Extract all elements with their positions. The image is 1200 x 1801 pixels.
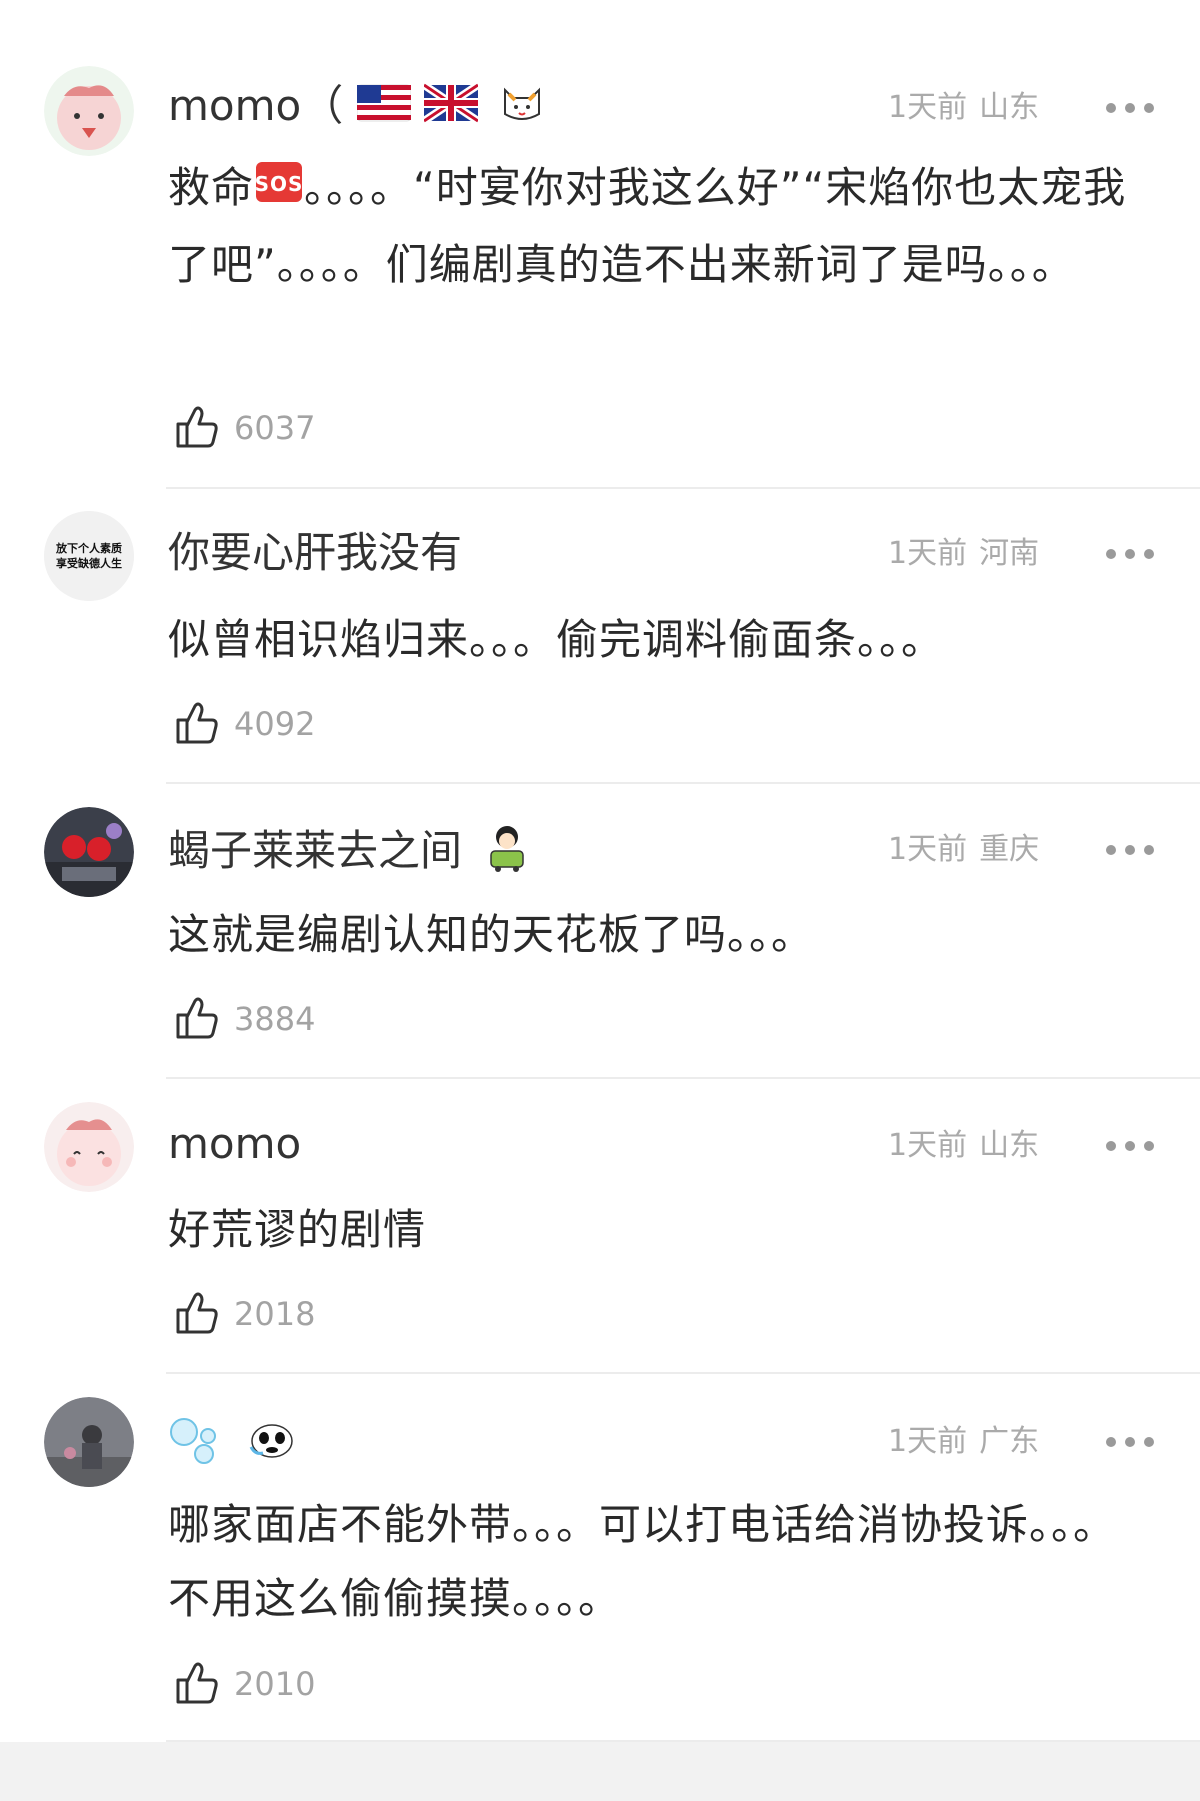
username[interactable] [168,1414,295,1477]
avatar[interactable]: 放下个人素质 享受缺德人生 [44,511,134,601]
comment-location: 山东 [979,1128,1040,1163]
username[interactable]: 蝎子莱莱去之间 [168,823,529,884]
like-count: 2018 [234,1295,316,1333]
username-text: 你要心肝我没有 [168,528,463,577]
thumbs-up-icon [176,1662,218,1704]
bottom-bar [0,1742,1200,1801]
like-count: 2010 [234,1665,316,1703]
cat-face-icon [499,80,545,137]
comment-time: 1天前 [888,536,968,571]
thumbs-up-icon [176,1292,218,1334]
comment-content: 似曾相识焰归来。。。偷完调料偷面条。。。 [168,603,1148,677]
divider [166,1372,1200,1374]
comment-time: 1天前 [888,832,968,867]
bubbles-icon [168,1414,222,1477]
sos-icon: SOS [254,154,304,228]
svg-text:SOS: SOS [255,172,304,196]
avatar[interactable] [44,1102,134,1192]
comment-meta: 1天前 广东 [888,1422,1039,1462]
comment-meta: 1天前 山东 [888,1126,1039,1166]
avatar[interactable] [44,807,134,897]
more-options-icon[interactable] [1106,843,1154,855]
comment-content: 好荒谬的剧情 [168,1193,1148,1267]
avatar[interactable] [44,1397,134,1487]
comment-location: 广东 [979,1424,1040,1459]
divider [166,782,1200,784]
thumbs-up-icon [176,406,218,448]
comment-meta: 1天前 河南 [888,534,1039,574]
username-text: 蝎子莱莱去之间 [168,826,463,875]
like-count: 3884 [234,1000,316,1038]
more-options-icon[interactable] [1106,101,1154,113]
username[interactable]: 你要心肝我没有 [168,528,462,578]
comment-meta: 1天前 重庆 [888,830,1039,870]
comment-location: 山东 [979,90,1040,125]
comment-text: 这就是编剧认知的天花板了吗。。。 [168,910,815,959]
username[interactable]: momo（ [168,80,545,137]
comment-text: 哪家面店不能外带。。。可以打电话给消协投诉。。。不用这么偷偷摸摸。。。。 [168,1500,1117,1623]
divider [166,1077,1200,1079]
avatar-text-line1: 放下个人素质 [55,541,122,555]
comment-meta: 1天前 山东 [888,88,1039,128]
comment-text-prefix: 救命 [168,163,255,212]
comment-text: 。。。。“时宴你对我这么好”“宋焰你也太宠我了吧”。。。。们编剧真的造不出来新词… [168,163,1127,289]
avatar-text-line2: 享受缺德人生 [56,556,122,570]
like-count: 6037 [234,409,316,447]
comment-time: 1天前 [888,90,968,125]
us-flag-icon [356,83,412,134]
username[interactable]: momo [168,1119,301,1169]
more-options-icon[interactable] [1106,547,1154,559]
comment-time: 1天前 [888,1424,968,1459]
comment-content: 救命 SOS 。。。。“时宴你对我这么好”“宋焰你也太宠我了吧”。。。。们编剧真的造… [168,151,1148,302]
divider [166,487,1200,489]
comment-location: 重庆 [979,832,1040,867]
avatar[interactable] [44,66,134,156]
username-text: momo（ [168,81,344,130]
comment-content: 哪家面店不能外带。。。可以打电话给消协投诉。。。不用这么偷偷摸摸。。。。 [168,1488,1148,1636]
more-options-icon[interactable] [1106,1435,1154,1447]
comment-content: 这就是编剧认知的天花板了吗。。。 [168,898,1148,972]
uk-flag-icon [421,81,481,134]
panda-icon [249,1419,295,1472]
cartoon-girl-sticker-icon [485,823,529,884]
like-count: 4092 [234,705,316,743]
comment-time: 1天前 [888,1128,968,1163]
comment-location: 河南 [979,536,1040,571]
comment-text: 好荒谬的剧情 [168,1205,427,1254]
thumbs-up-icon [176,997,218,1039]
username-text: momo [168,1119,302,1168]
comment-text: 似曾相识焰归来。。。偷完调料偷面条。。。 [168,615,945,664]
thumbs-up-icon [176,702,218,744]
more-options-icon[interactable] [1106,1139,1154,1151]
